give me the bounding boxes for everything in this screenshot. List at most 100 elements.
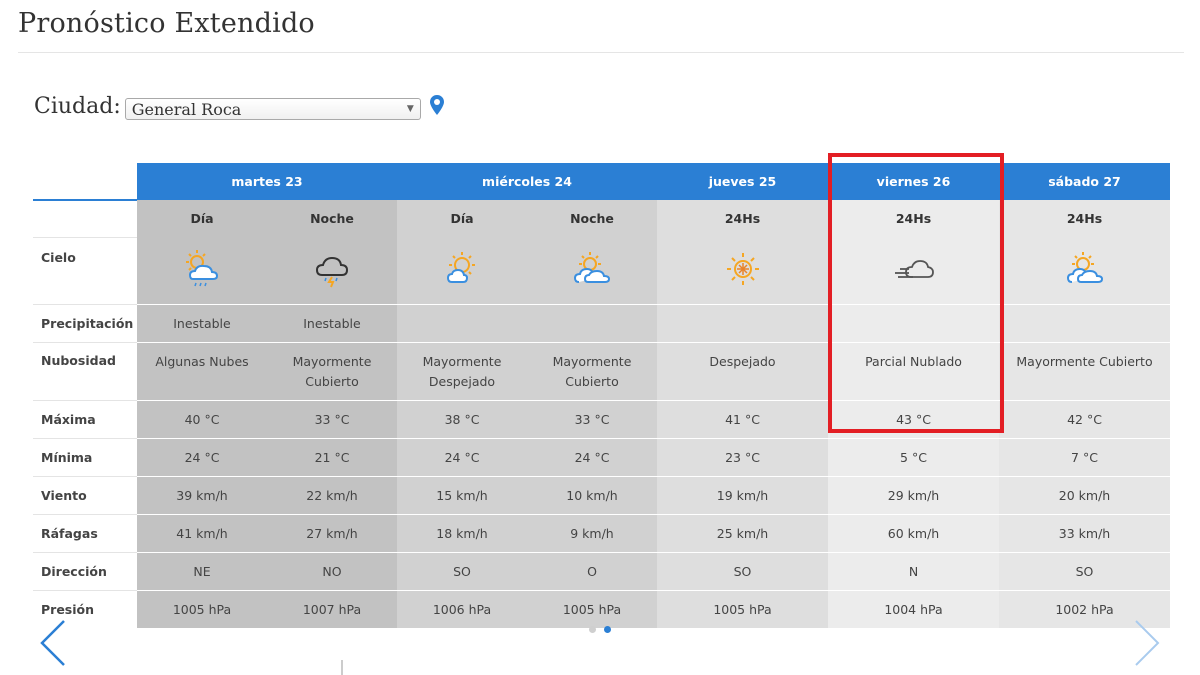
cloud-row: Nubosidad Algunas Nubes Mayormente Cubier…	[33, 342, 1170, 401]
min-cell: 24 °C	[137, 438, 267, 477]
pagination-dot-active[interactable]	[604, 626, 611, 633]
direction-cell: O	[527, 552, 657, 591]
pagination-dot[interactable]	[589, 626, 596, 633]
precip-cell: Inestable	[267, 304, 397, 343]
wind-cell: 22 km/h	[267, 476, 397, 515]
cloud-line: Mayormente	[292, 353, 372, 369]
gust-row: Ráfagas 41 km/h 27 km/h 18 km/h 9 km/h 2…	[33, 514, 1170, 553]
cloud-line: Mayormente Cubierto	[1016, 353, 1153, 369]
cloud-line: Cubierto	[305, 373, 359, 389]
row-label-sky: Cielo	[33, 236, 137, 305]
row-label-gust: Ráfagas	[33, 514, 137, 553]
period-cell: Noche	[527, 200, 657, 237]
carousel-prev-button[interactable]	[38, 618, 68, 672]
max-cell: 42 °C	[999, 400, 1170, 439]
min-cell: 7 °C	[999, 438, 1170, 477]
page-title: Pronóstico Extendido	[18, 8, 315, 39]
row-label-direction: Dirección	[33, 552, 137, 591]
wind-cell: 20 km/h	[999, 476, 1170, 515]
carousel-next-button[interactable]	[1132, 618, 1162, 672]
city-selector-row: Ciudad: General Roca ▼	[34, 92, 445, 120]
sun-cloud-rain-icon	[186, 250, 219, 287]
period-row: Día Noche Día Noche 24Hs 24Hs 24Hs	[33, 199, 1170, 237]
wind-cell: 15 km/h	[397, 476, 527, 515]
sky-cell	[137, 237, 267, 305]
precip-row: Precipitación Inestable Inestable	[33, 304, 1170, 343]
cloud-cell: Mayormente Cubierto	[267, 342, 397, 401]
min-cell: 5 °C	[828, 438, 999, 477]
min-cell: 23 °C	[657, 438, 828, 477]
day-header: sábado 27	[999, 163, 1170, 200]
location-pin-icon[interactable]	[429, 94, 445, 120]
header-corner	[33, 163, 137, 201]
cloud-cell: Parcial Nublado	[828, 342, 999, 401]
precip-cell	[999, 304, 1170, 343]
city-label: Ciudad:	[34, 93, 121, 119]
gust-cell: 27 km/h	[267, 514, 397, 553]
sun-icon	[726, 253, 759, 285]
wind-row: Viento 39 km/h 22 km/h 15 km/h 10 km/h 1…	[33, 476, 1170, 515]
max-row: Máxima 40 °C 33 °C 38 °C 33 °C 41 °C 43 …	[33, 400, 1170, 439]
title-divider	[18, 52, 1184, 53]
direction-cell: SO	[657, 552, 828, 591]
cloud-line: Despejado	[709, 353, 776, 369]
period-cell: Día	[137, 200, 267, 237]
row-label-wind: Viento	[33, 476, 137, 515]
period-cell: Noche	[267, 200, 397, 237]
wind-cell: 39 km/h	[137, 476, 267, 515]
cloud-cell: Mayormente Despejado	[397, 342, 527, 401]
gust-cell: 9 km/h	[527, 514, 657, 553]
day-header: martes 23	[137, 163, 397, 200]
cloud-storm-icon	[315, 256, 349, 288]
pressure-cell: 1004 hPa	[828, 590, 999, 628]
cloud-line: Mayormente	[552, 353, 632, 369]
day-header: viernes 26	[828, 163, 999, 200]
cloud-line: Mayormente	[422, 353, 502, 369]
chevron-left-icon	[40, 620, 65, 666]
pressure-cell: 1005 hPa	[527, 590, 657, 628]
sun-clouds-icon	[1066, 252, 1103, 283]
max-cell: 43 °C	[828, 400, 999, 439]
gust-cell: 41 km/h	[137, 514, 267, 553]
row-label-max: Máxima	[33, 400, 137, 439]
direction-cell: SO	[397, 552, 527, 591]
cloud-cell: Mayormente Cubierto	[999, 342, 1170, 401]
city-select[interactable]: General Roca ▼	[124, 98, 421, 120]
sky-cell	[657, 237, 828, 305]
min-cell: 24 °C	[527, 438, 657, 477]
precip-cell	[828, 304, 999, 343]
direction-cell: NO	[267, 552, 397, 591]
sky-cell	[828, 237, 999, 305]
wind-cell: 29 km/h	[828, 476, 999, 515]
sky-cell	[267, 237, 397, 305]
sky-row: Cielo	[33, 236, 1170, 305]
sky-cell	[397, 237, 527, 305]
period-corner	[33, 199, 137, 237]
direction-cell: NE	[137, 552, 267, 591]
max-cell: 41 °C	[657, 400, 828, 439]
precip-cell	[657, 304, 828, 343]
pressure-cell: 1007 hPa	[267, 590, 397, 628]
max-cell: 38 °C	[397, 400, 527, 439]
cloud-cell: Algunas Nubes	[137, 342, 267, 401]
gust-cell: 18 km/h	[397, 514, 527, 553]
min-cell: 21 °C	[267, 438, 397, 477]
precip-cell	[527, 304, 657, 343]
forecast-days-header: martes 23 miércoles 24 jueves 25 viernes…	[33, 163, 1170, 201]
forecast-table: martes 23 miércoles 24 jueves 25 viernes…	[33, 163, 1170, 628]
pressure-row: Presión 1005 hPa 1007 hPa 1006 hPa 1005 …	[33, 590, 1170, 628]
day-header: miércoles 24	[397, 163, 657, 200]
row-label-min: Mínima	[33, 438, 137, 477]
city-select-value: General Roca	[131, 99, 242, 119]
pressure-cell: 1005 hPa	[657, 590, 828, 628]
min-row: Mínima 24 °C 21 °C 24 °C 24 °C 23 °C 5 °…	[33, 438, 1170, 477]
chevron-down-icon: ▼	[406, 104, 414, 114]
pagination-dots	[589, 626, 611, 633]
cloud-line: Algunas Nubes	[155, 353, 249, 369]
sun-clouds-icon	[573, 252, 611, 283]
cloud-fog-icon	[894, 260, 934, 278]
wind-cell: 10 km/h	[527, 476, 657, 515]
gust-cell: 33 km/h	[999, 514, 1170, 553]
pressure-cell: 1006 hPa	[397, 590, 527, 628]
precip-cell	[397, 304, 527, 343]
